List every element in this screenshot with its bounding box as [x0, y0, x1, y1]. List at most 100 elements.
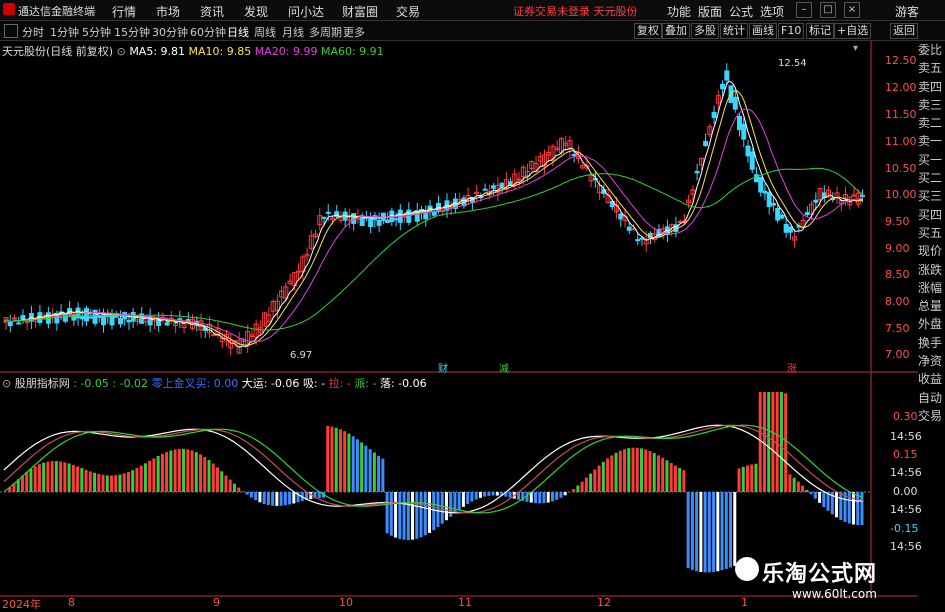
indicator-bar — [432, 492, 435, 530]
indicator-bar — [636, 448, 639, 492]
indicator-bar — [771, 392, 774, 492]
candle-body — [127, 320, 131, 321]
indicator-bar — [534, 492, 537, 503]
indicator-bar — [178, 449, 181, 492]
event-marker[interactable]: 减 — [499, 360, 509, 375]
indicator-bar — [335, 428, 338, 492]
side-item[interactable]: 买二 — [918, 169, 945, 187]
indicator-bar — [144, 463, 147, 492]
indicator-bar — [542, 492, 545, 503]
indicator-bar — [738, 468, 741, 492]
indicator-bar — [169, 451, 172, 492]
candle-body — [733, 97, 737, 109]
indicator-tick: 0.15 — [893, 448, 918, 461]
indicator-bar — [576, 485, 579, 492]
indicator-bar — [267, 492, 270, 505]
indicator-bar — [428, 492, 431, 533]
indicator-bar — [801, 486, 804, 492]
side-item[interactable]: 卖一 — [918, 132, 945, 150]
stock-name[interactable]: 天元股份(日线 前复权) — [2, 45, 113, 58]
candle-body — [212, 335, 216, 336]
indicator-bar — [220, 471, 223, 492]
indicator-bar — [394, 492, 397, 538]
side-item[interactable]: 现价 — [918, 242, 945, 260]
indicator-bar — [632, 448, 635, 492]
indicator-bar — [135, 468, 138, 492]
side-item[interactable]: 买一 — [918, 151, 945, 169]
candle-body — [695, 171, 699, 172]
candle-body — [89, 317, 93, 318]
indicator-bar — [288, 492, 291, 504]
candle-body — [776, 208, 780, 220]
indicator-tick: 14:56 — [890, 503, 922, 516]
side-item[interactable]: 买四 — [918, 206, 945, 224]
side-item[interactable]: 总量 — [918, 297, 945, 315]
side-item[interactable]: 卖三 — [918, 96, 945, 114]
candle-body — [721, 84, 725, 88]
date-tick: 2024年 — [2, 596, 41, 612]
indicator-bar — [280, 492, 283, 506]
side-item[interactable]: 卖二 — [918, 114, 945, 132]
price-tick: 7.00 — [885, 348, 910, 361]
side-item[interactable]: 自动 — [918, 389, 945, 407]
indicator-bar — [152, 458, 155, 492]
side-item[interactable]: 交易 — [918, 407, 945, 425]
indicator-legend: ⊙ 股朋指标网 : -0.05 : -0.02 零上金叉买: 0.00 大运: … — [2, 375, 427, 391]
side-item[interactable]: 换手 — [918, 334, 945, 352]
side-item[interactable]: 涨幅 — [918, 279, 945, 297]
event-marker[interactable]: 涨 — [787, 360, 797, 375]
settings-icon[interactable]: ⊙ — [117, 45, 126, 58]
side-item[interactable]: 涨跌 — [918, 261, 945, 279]
ma60-value: MA60: 9.91 — [321, 45, 384, 58]
side-item[interactable]: 委比 — [918, 41, 945, 59]
side-item[interactable]: 买三 — [918, 187, 945, 205]
candle-body — [627, 227, 631, 230]
indicator-bar — [373, 453, 376, 492]
candle-body — [322, 217, 326, 218]
indicator-bar — [250, 492, 253, 498]
side-item[interactable]: 收益 — [918, 370, 945, 388]
candle-body — [763, 191, 767, 193]
indicator-value: 落: -0.06 — [380, 377, 427, 390]
indicator-bar — [695, 492, 698, 571]
side-item[interactable]: 卖四 — [918, 78, 945, 96]
event-marker[interactable]: 财 — [438, 360, 448, 375]
date-tick: 12 — [597, 596, 611, 609]
indicator-bar — [763, 392, 766, 492]
indicator-bar — [856, 492, 859, 525]
main-legend: 天元股份(日线 前复权) ⊙ MA5: 9.81 MA10: 9.85 MA20… — [2, 43, 384, 59]
indicator-name[interactable]: 股朋指标网 — [15, 377, 70, 390]
candle-body — [326, 212, 330, 213]
indicator-bar — [292, 492, 295, 503]
chevron-down-icon[interactable]: ▾ — [853, 43, 858, 54]
indicator-tick: 0.00 — [893, 485, 918, 498]
indicator-bar — [102, 475, 105, 492]
side-item[interactable]: 净资 — [918, 352, 945, 370]
indicator-bar — [263, 492, 266, 504]
indicator-bar — [46, 462, 49, 492]
indicator-tick: 14:56 — [890, 466, 922, 479]
indicator-bar — [360, 442, 363, 492]
indicator-bar — [441, 492, 444, 524]
indicator-bar — [411, 492, 414, 540]
kline-chart[interactable] — [0, 0, 945, 609]
ma10-value: MA10: 9.85 — [189, 45, 252, 58]
indicator-bar — [691, 492, 694, 570]
price-tick: 11.00 — [885, 135, 917, 148]
side-item[interactable]: 外盘 — [918, 315, 945, 333]
indicator-bar — [487, 492, 490, 496]
indicator-bar — [110, 475, 113, 492]
indicator-bar — [424, 492, 427, 535]
indicator-bar — [496, 492, 499, 496]
candle-body — [771, 203, 775, 205]
candle-body — [500, 183, 504, 186]
indicator-bar — [793, 478, 796, 492]
side-item[interactable]: 卖五 — [918, 59, 945, 77]
indicator-bar — [839, 492, 842, 520]
indicator-bar — [810, 492, 813, 494]
side-item[interactable]: 买五 — [918, 224, 945, 242]
settings-icon[interactable]: ⊙ — [2, 377, 11, 390]
watermark-title: 乐淘公式网 — [762, 556, 877, 588]
indicator-tick: 14:56 — [890, 540, 922, 553]
indicator-bar — [114, 475, 117, 492]
